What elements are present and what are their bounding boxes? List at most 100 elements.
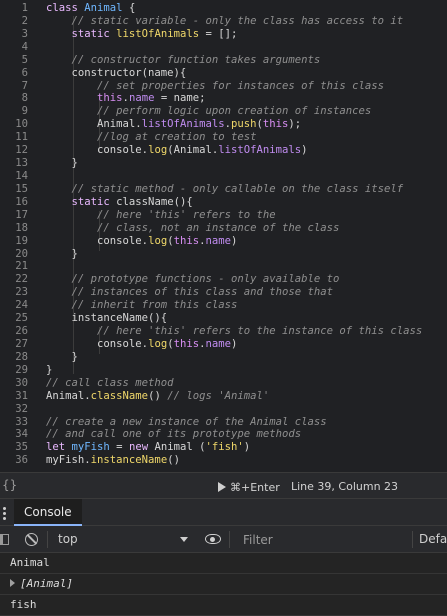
line-number: 12: [15, 144, 28, 157]
toolbar-divider: [229, 531, 230, 548]
code-line[interactable]: instanceName(){: [46, 312, 447, 325]
code-token: =: [109, 441, 129, 454]
code-line[interactable]: [46, 403, 447, 416]
line-number: 16: [15, 195, 28, 208]
run-button[interactable]: ⌘+Enter: [218, 480, 280, 494]
console-toolbar: top Defa: [0, 526, 447, 553]
code-line[interactable]: // constructor function takes arguments: [46, 54, 447, 67]
clear-console-icon[interactable]: [25, 533, 38, 546]
code-token: //log at creation to test: [46, 131, 257, 144]
code-token: // class, not an instance of the class: [46, 221, 340, 234]
code-line[interactable]: let myFish = new Animal ('fish'): [46, 441, 447, 454]
code-editor[interactable]: 1 2 3 4 5 6 7 8 9 10 11 12 13 14 15 16 17 18 19 20 21 22 23 24 2…: [0, 0, 447, 472]
code-token: // constructor function takes arguments: [46, 53, 321, 66]
code-line[interactable]: }: [46, 157, 447, 170]
code-token: className(){: [116, 195, 193, 208]
code-line[interactable]: //log at creation to test: [46, 131, 447, 144]
live-expression-eye-icon[interactable]: [205, 534, 221, 544]
code-line[interactable]: // here 'this' refers to the instance of…: [46, 325, 447, 338]
code-token: // static variable - only the class has …: [46, 14, 404, 27]
code-token: ): [301, 144, 308, 157]
code-line[interactable]: this.name = name;: [46, 92, 447, 105]
code-token: instanceName(){: [46, 312, 168, 325]
code-line[interactable]: // class, not an instance of the class: [46, 222, 447, 235]
toolbar-divider: [47, 531, 48, 548]
code-token: static: [46, 27, 117, 40]
code-token: listOfAnimals: [141, 118, 225, 131]
code-line[interactable]: // perform logic upon creation of instan…: [46, 105, 447, 118]
code-line[interactable]: constructor(name){: [46, 67, 447, 80]
code-line[interactable]: // here 'this' refers to the: [46, 209, 447, 222]
code-line[interactable]: // static method - only callable on the …: [46, 183, 447, 196]
line-number: 17: [15, 208, 28, 221]
code-line[interactable]: Animal.className() // logs 'Animal': [46, 390, 447, 403]
line-number: 4: [21, 40, 28, 53]
code-line[interactable]: // inherit from this class: [46, 299, 447, 312]
code-token: push: [230, 118, 257, 131]
line-number: 11: [15, 131, 28, 144]
code-token: // and call one of its prototype methods: [46, 428, 302, 441]
sidebar-toggle-icon[interactable]: [0, 534, 9, 545]
code-line[interactable]: [46, 260, 447, 273]
code-line[interactable]: static className(){: [46, 196, 447, 209]
code-line[interactable]: // prototype functions - only available …: [46, 273, 447, 286]
console-message-text: fish: [10, 598, 37, 611]
code-token: (): [167, 454, 180, 467]
console-message[interactable]: [Animal]: [0, 574, 447, 595]
code-line[interactable]: [46, 41, 447, 54]
code-token: );: [288, 118, 302, 131]
line-number: 14: [15, 169, 28, 182]
cursor-position: Line 39, Column 23: [291, 480, 399, 493]
console-message-text: Animal: [10, 556, 50, 569]
tab-console[interactable]: Console: [14, 499, 82, 526]
code-lines[interactable]: class Animal { // static variable - only…: [46, 2, 447, 467]
code-token: myFish: [71, 441, 110, 454]
code-token: myFish.: [46, 454, 91, 467]
line-number: 22: [15, 273, 28, 286]
code-line[interactable]: // instances of this class and those tha…: [46, 286, 447, 299]
log-levels-dropdown[interactable]: Defa: [419, 532, 447, 546]
run-shortcut-label: ⌘+Enter: [230, 480, 280, 494]
play-icon: [218, 482, 226, 492]
code-line[interactable]: [46, 170, 447, 183]
code-line[interactable]: // and call one of its prototype methods: [46, 428, 447, 441]
code-token: name: [205, 337, 232, 350]
format-braces-icon[interactable]: {}: [2, 478, 17, 492]
console-message-text: [Animal]: [20, 577, 73, 590]
code-line[interactable]: // static variable - only the class has …: [46, 15, 447, 28]
line-number: 28: [15, 350, 28, 363]
code-token: }: [46, 363, 53, 376]
code-token: // prototype functions - only available …: [46, 273, 340, 286]
code-line[interactable]: }: [46, 248, 447, 261]
code-line[interactable]: console.log(this.name): [46, 338, 447, 351]
code-token: listOfAnimals: [218, 144, 302, 157]
code-line[interactable]: }: [46, 351, 447, 364]
code-token: 'fish': [205, 441, 244, 454]
line-number: 25: [15, 312, 28, 325]
code-token: Animal.: [46, 389, 91, 402]
code-token: console.: [46, 337, 149, 350]
code-token: }: [46, 157, 78, 170]
code-line[interactable]: static listOfAnimals = [];: [46, 28, 447, 41]
filter-input[interactable]: [234, 530, 410, 549]
more-menu-icon[interactable]: [3, 507, 7, 520]
code-line[interactable]: // call class method: [46, 377, 447, 390]
code-line[interactable]: console.log(this.name): [46, 235, 447, 248]
code-token: = name;: [154, 92, 206, 105]
code-line[interactable]: // create a new instance of the Animal c…: [46, 416, 447, 429]
expand-triangle-icon[interactable]: [10, 579, 15, 587]
line-number: 20: [15, 247, 28, 260]
code-line[interactable]: Animal.listOfAnimals.push(this);: [46, 118, 447, 131]
code-line[interactable]: class Animal {: [46, 2, 447, 15]
code-token: this: [173, 337, 200, 350]
code-token: log: [148, 234, 168, 247]
code-token: listOfAnimals: [116, 27, 200, 40]
code-line[interactable]: console.log(Animal.listOfAnimals): [46, 144, 447, 157]
code-line[interactable]: myFish.instanceName(): [46, 454, 447, 467]
code-token: this: [46, 92, 123, 105]
code-line[interactable]: }: [46, 364, 447, 377]
context-selector[interactable]: top: [50, 526, 192, 553]
code-line[interactable]: // set properties for instances of this …: [46, 80, 447, 93]
line-number: 10: [15, 118, 28, 131]
code-token: // inherit from this class: [46, 299, 238, 312]
